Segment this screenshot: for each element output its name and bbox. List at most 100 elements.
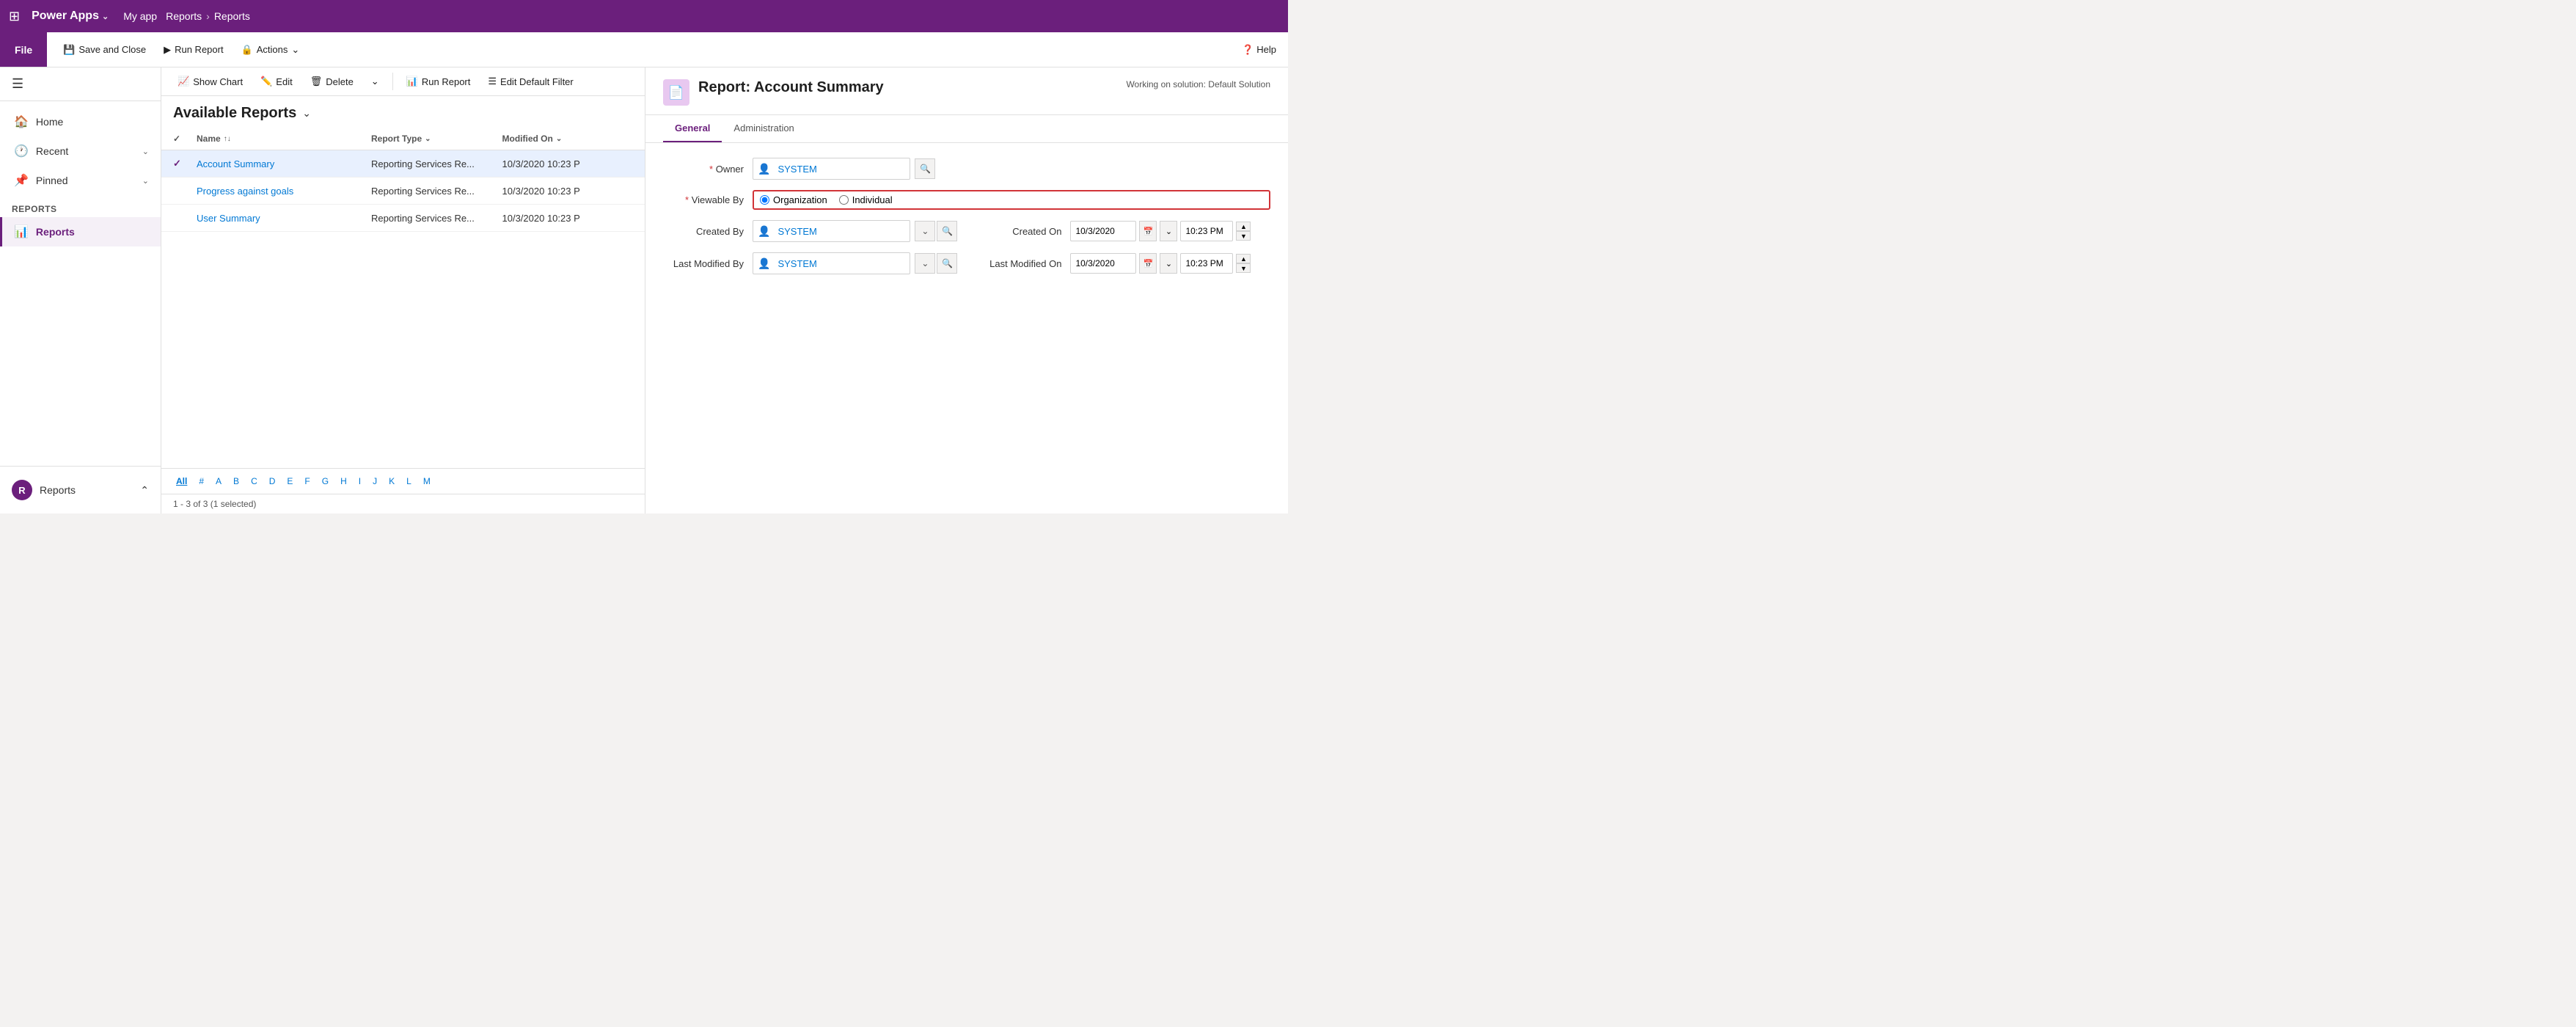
run-report-ribbon-button[interactable]: ▶ Run Report [156, 37, 230, 63]
tab-administration[interactable]: Administration [722, 115, 805, 142]
alpha-h[interactable]: H [337, 475, 350, 488]
viewable-by-label: Viewable By [663, 194, 744, 205]
delete-button[interactable]: 🗑 Delete [303, 72, 361, 91]
created-by-label: Created By [663, 226, 744, 237]
table-row[interactable]: ✓ Account Summary Reporting Services Re.… [161, 150, 645, 178]
header-chevron-icon[interactable]: ⌄ [302, 107, 311, 120]
hamburger-button[interactable]: ☰ [9, 73, 26, 95]
row-modified-2: 10/3/2020 10:23 P [502, 186, 634, 197]
breadcrumb-separator: › [206, 10, 210, 22]
owner-lookup-button[interactable]: 🔍 [915, 158, 935, 179]
last-modified-by-input-field[interactable]: 👤 [753, 252, 910, 274]
last-modified-on-time-input[interactable] [1180, 253, 1233, 274]
last-modified-on-time-up[interactable]: ▲ [1236, 254, 1251, 263]
save-close-label: Save and Close [78, 44, 146, 55]
alpha-hash[interactable]: # [196, 475, 207, 488]
created-on-time-up[interactable]: ▲ [1236, 222, 1251, 231]
last-modified-by-expand-button[interactable]: ⌄ [915, 253, 935, 274]
created-on-time-down[interactable]: ▼ [1236, 231, 1251, 241]
save-close-button[interactable]: 💾 Save and Close [56, 37, 153, 63]
my-app-label: My app [123, 10, 157, 22]
edit-default-filter-label: Edit Default Filter [500, 76, 574, 87]
table-row[interactable]: User Summary Reporting Services Re... 10… [161, 205, 645, 232]
alpha-d[interactable]: D [266, 475, 279, 488]
created-on-field-group: Created On 📅 ⌄ ▲ ▼ [981, 221, 1270, 241]
form-title: Report: Account Summary [698, 79, 1117, 96]
breadcrumb-reports-1[interactable]: Reports [166, 10, 202, 22]
alpha-g[interactable]: G [319, 475, 332, 488]
alpha-all[interactable]: All [173, 475, 190, 488]
created-by-input-field[interactable]: 👤 [753, 220, 910, 242]
edit-button[interactable]: ✏️ Edit [253, 72, 300, 91]
form-tabs: General Administration [645, 115, 1288, 143]
created-on-time-input[interactable] [1180, 221, 1233, 241]
sidebar-bottom-reports-label: Reports [40, 484, 76, 496]
viewable-ind-radio[interactable] [839, 195, 849, 205]
last-modified-on-time-down[interactable]: ▼ [1236, 263, 1251, 273]
created-by-input[interactable] [775, 223, 910, 240]
col-modified-header[interactable]: Modified On ⌄ [502, 134, 634, 144]
app-name-chevron[interactable]: ⌄ [102, 12, 109, 21]
col-check-header: ✓ [173, 134, 197, 144]
home-icon: 🏠 [14, 114, 29, 129]
last-modified-by-lookup-button[interactable]: 🔍 [937, 253, 957, 274]
sidebar-reports-label: Reports [36, 226, 75, 238]
sidebar-item-home[interactable]: 🏠 Home [0, 107, 161, 136]
help-button[interactable]: ❓ Help [1242, 44, 1276, 56]
alpha-m[interactable]: M [420, 475, 433, 488]
alpha-e[interactable]: E [284, 475, 296, 488]
run-report-button[interactable]: 📊 Run Report [399, 72, 478, 91]
report-link-1[interactable]: Account Summary [197, 158, 274, 169]
file-button[interactable]: File [0, 32, 47, 67]
owner-input-field[interactable]: 👤 [753, 158, 910, 180]
sidebar-item-recent[interactable]: 🕐 Recent ⌄ [0, 136, 161, 166]
sidebar-home-label: Home [36, 116, 63, 128]
recent-chevron-icon: ⌄ [142, 147, 149, 156]
run-report-label: Run Report [422, 76, 470, 87]
created-by-lookup-button[interactable]: 🔍 [937, 221, 957, 241]
last-modified-by-input[interactable] [775, 255, 910, 272]
alpha-f[interactable]: F [301, 475, 312, 488]
created-on-dropdown-button[interactable]: ⌄ [1160, 221, 1177, 241]
alpha-l[interactable]: L [403, 475, 414, 488]
sidebar-bottom-reports-item[interactable]: R Reports ⌃ [0, 472, 161, 508]
table-row[interactable]: Progress against goals Reporting Service… [161, 178, 645, 205]
sidebar-item-reports[interactable]: 📊 Reports [0, 217, 161, 246]
alpha-b[interactable]: B [230, 475, 242, 488]
edit-default-filter-button[interactable]: ☰ Edit Default Filter [480, 72, 580, 91]
alpha-c[interactable]: C [248, 475, 260, 488]
last-modified-on-calendar-button[interactable]: 📅 [1139, 253, 1157, 274]
type-filter-icon: ⌄ [425, 135, 431, 143]
content-area: 📈 Show Chart ✏️ Edit 🗑 Delete ⌄ 📊 Run Re… [161, 67, 645, 514]
last-modified-on-dropdown-button[interactable]: ⌄ [1160, 253, 1177, 274]
alpha-k[interactable]: K [386, 475, 398, 488]
alpha-i[interactable]: I [356, 475, 364, 488]
alpha-a[interactable]: A [213, 475, 224, 488]
tab-general[interactable]: General [663, 115, 722, 142]
col-type-header[interactable]: Report Type ⌄ [371, 134, 502, 144]
actions-chevron-icon: ⌄ [291, 44, 299, 56]
breadcrumb-reports-2[interactable]: Reports [214, 10, 250, 22]
actions-button[interactable]: 🔒 Actions ⌄ [234, 37, 307, 63]
last-modified-by-btn-group: ⌄ 🔍 [915, 253, 957, 274]
created-on-date-input[interactable] [1070, 221, 1136, 241]
viewable-org-radio[interactable] [760, 195, 769, 205]
last-modified-on-date-input[interactable] [1070, 253, 1136, 274]
owner-input[interactable] [775, 161, 910, 178]
bottom-avatar: R [12, 480, 32, 500]
alpha-j[interactable]: J [370, 475, 380, 488]
report-link-2[interactable]: Progress against goals [197, 186, 293, 197]
created-on-calendar-button[interactable]: 📅 [1139, 221, 1157, 241]
show-chart-button[interactable]: 📈 Show Chart [170, 72, 250, 91]
viewable-by-org-option[interactable]: Organization [760, 194, 827, 205]
created-by-expand-button[interactable]: ⌄ [915, 221, 935, 241]
more-button[interactable]: ⌄ [364, 72, 387, 91]
col-name-header[interactable]: Name ↑↓ [197, 134, 371, 144]
available-reports-title: Available Reports [173, 105, 296, 122]
report-link-3[interactable]: User Summary [197, 213, 260, 224]
recent-icon: 🕐 [14, 144, 29, 158]
viewable-by-ind-option[interactable]: Individual [839, 194, 893, 205]
main-layout: ☰ 🏠 Home 🕐 Recent ⌄ 📌 Pinned ⌄ Reports 📊… [0, 67, 1288, 514]
sidebar-item-pinned[interactable]: 📌 Pinned ⌄ [0, 166, 161, 195]
waffle-icon[interactable]: ⊞ [9, 9, 20, 24]
